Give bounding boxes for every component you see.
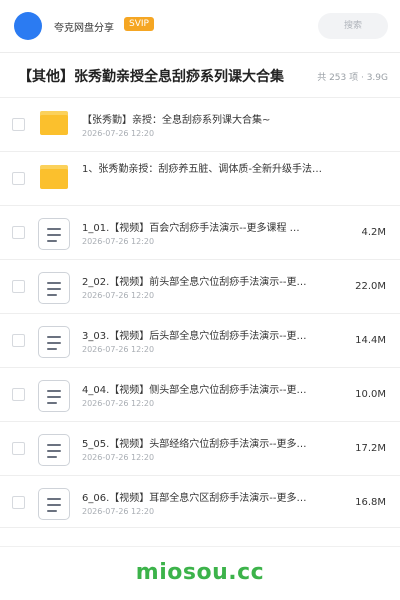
list-item[interactable]: 2_02.【视频】前头部全息穴位刮痧手法演示--更… 2026-07-26 12… (0, 259, 400, 313)
file-date: 2026-07-26 12:20 (82, 507, 155, 516)
list-end-divider (0, 527, 400, 528)
file-name: 5_05.【视频】头部经络穴位刮痧手法演示--更多… (82, 439, 307, 450)
list-item[interactable]: 1_01.【视频】百会穴刮痧手法演示--更多课程 … 2026-07-26 12… (0, 205, 400, 259)
file-size: 17.2M (355, 443, 386, 454)
document-icon (38, 272, 70, 304)
list-item[interactable]: 6_06.【视频】耳部全息穴区刮痧手法演示--更多… 2026-07-26 12… (0, 475, 400, 529)
folder-icon (40, 111, 68, 135)
svip-badge: SVIP (124, 17, 154, 31)
file-list: 【张秀勤】亲授：全息刮痧系列课大合集~ 2026-07-26 12:20 1、张… (0, 97, 400, 529)
document-icon (38, 218, 70, 250)
file-date: 2026-07-26 12:20 (82, 453, 155, 462)
file-date: 2026-07-26 12:20 (82, 237, 155, 246)
file-name: 【张秀勤】亲授：全息刮痧系列课大合集~ (82, 115, 271, 126)
document-icon (38, 326, 70, 358)
file-size: 10.0M (355, 389, 386, 400)
item-count-meta: 共 253 项 · 3.9G (317, 73, 388, 83)
search-input[interactable]: 搜索 (318, 13, 388, 39)
site-watermark: miosou.cc (135, 560, 265, 585)
file-size: 4.2M (361, 227, 386, 238)
list-item[interactable]: 1、张秀勤亲授：刮痧养五脏、调体质-全新升级手法… (0, 151, 400, 205)
file-date: 2026-07-26 12:20 (82, 399, 155, 408)
file-name: 6_06.【视频】耳部全息穴区刮痧手法演示--更多… (82, 493, 307, 504)
file-size: 14.4M (355, 335, 386, 346)
list-item[interactable]: 5_05.【视频】头部经络穴位刮痧手法演示--更多… 2026-07-26 12… (0, 421, 400, 475)
folder-icon (40, 165, 68, 189)
top-bar: 夸克网盘分享 SVIP 搜索 (0, 0, 400, 52)
document-icon (38, 380, 70, 412)
list-item[interactable]: 3_03.【视频】后头部全息穴位刮痧手法演示--更… 2026-07-26 12… (0, 313, 400, 367)
row-checkbox[interactable] (12, 280, 25, 293)
file-name: 1_01.【视频】百会穴刮痧手法演示--更多课程 … (82, 223, 300, 234)
row-checkbox[interactable] (12, 388, 25, 401)
file-date: 2026-07-26 12:20 (82, 345, 155, 354)
avatar[interactable] (14, 12, 42, 40)
file-date: 2026-07-26 12:20 (82, 129, 155, 138)
list-item[interactable]: 【张秀勤】亲授：全息刮痧系列课大合集~ 2026-07-26 12:20 (0, 97, 400, 151)
footer-divider (0, 546, 400, 547)
file-name: 3_03.【视频】后头部全息穴位刮痧手法演示--更… (82, 331, 307, 342)
row-checkbox[interactable] (12, 118, 25, 131)
page-title: 【其他】张秀勤亲授全息刮痧系列课大合集 (18, 69, 284, 85)
row-checkbox[interactable] (12, 442, 25, 455)
app-name: 夸克网盘分享 (54, 23, 114, 34)
document-icon (38, 434, 70, 466)
row-checkbox[interactable] (12, 226, 25, 239)
list-item[interactable]: 4_04.【视频】侧头部全息穴位刮痧手法演示--更… 2026-07-26 12… (0, 367, 400, 421)
file-date: 2026-07-26 12:20 (82, 291, 155, 300)
row-checkbox[interactable] (12, 496, 25, 509)
file-name: 4_04.【视频】侧头部全息穴位刮痧手法演示--更… (82, 385, 307, 396)
file-size: 22.0M (355, 281, 386, 292)
share-title-row: 【其他】张秀勤亲授全息刮痧系列课大合集 共 253 项 · 3.9G (0, 53, 400, 97)
document-icon (38, 488, 70, 520)
file-name: 1、张秀勤亲授：刮痧养五脏、调体质-全新升级手法… (82, 164, 322, 175)
row-checkbox[interactable] (12, 172, 25, 185)
file-size: 16.8M (355, 497, 386, 508)
row-checkbox[interactable] (12, 334, 25, 347)
file-name: 2_02.【视频】前头部全息穴位刮痧手法演示--更… (82, 277, 307, 288)
